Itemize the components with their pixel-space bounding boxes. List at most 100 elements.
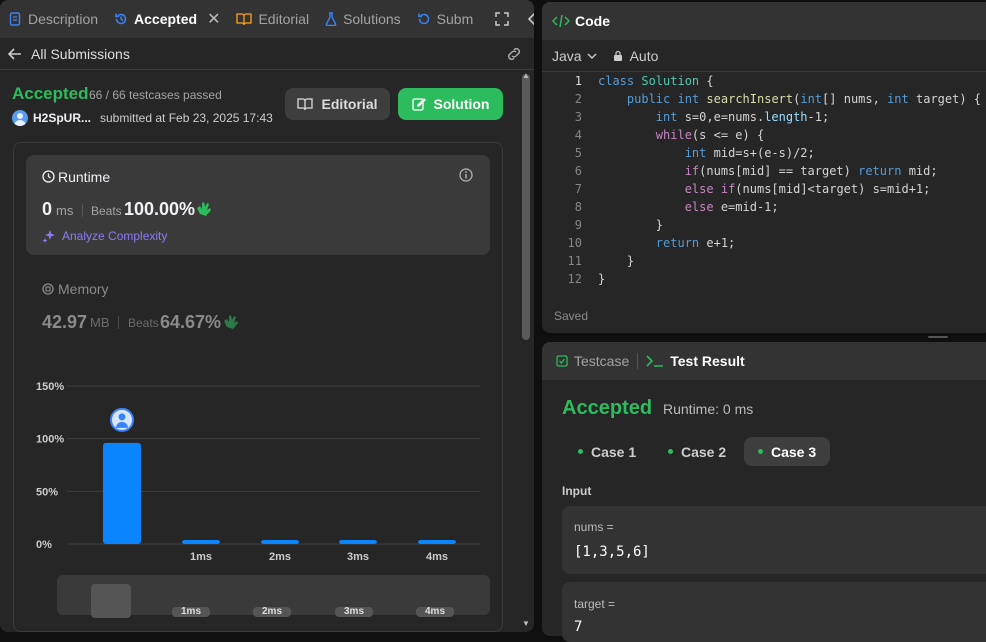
memory-beats-value: 64.67% (160, 312, 222, 332)
close-icon[interactable]: ✕ (207, 9, 220, 29)
line-content: } (598, 254, 635, 268)
scroll-up-arrow[interactable]: ▲ (522, 72, 530, 80)
result-tab-bar: Testcase Test Result (542, 342, 986, 380)
line-content: while(s <= e) { (655, 128, 765, 142)
scroll-down-arrow[interactable]: ▼ (522, 620, 530, 628)
line-content: else if(nums[mid]<target) s=mid+1; (684, 182, 931, 196)
testcases-passed: 66 / 66 testcases passed (89, 88, 222, 102)
x-tick-label: 3ms (347, 551, 369, 563)
runtime-distribution-chart[interactable]: 150% 100% 50% 0% 1ms 2ms 3ms 4ms (0, 370, 520, 570)
line-content: } (598, 272, 606, 286)
editor-toolbar: Java Auto (542, 40, 986, 72)
memory-unit: MB (90, 315, 110, 330)
line-content: int s=0,e=nums.length-1; (655, 110, 830, 124)
code-line[interactable]: 7 else if(nums[mid]<target) s=mid+1; (542, 182, 931, 200)
code-line[interactable]: 4 while(s <= e) { (542, 128, 764, 146)
history-icon (417, 12, 431, 26)
mode-label[interactable]: Auto (630, 48, 659, 64)
pass-dot (578, 449, 583, 454)
chevron-left-icon[interactable] (527, 12, 534, 26)
runtime-unit: ms (56, 203, 74, 218)
case-tab-1[interactable]: Case 1 (564, 437, 650, 466)
case-tab-3[interactable]: Case 3 (744, 437, 831, 466)
tab-testcase-label: Testcase (574, 353, 630, 369)
code-editor[interactable]: 1 class Solution {2 public int searchInse… (542, 72, 986, 292)
tab-description[interactable]: Description (0, 0, 106, 38)
tab-editorial[interactable]: Editorial (228, 0, 317, 38)
link-icon[interactable] (506, 47, 522, 61)
code-line[interactable]: 6 if(nums[mid] == target) return mid; (542, 164, 938, 182)
avatar[interactable] (12, 110, 28, 126)
code-line[interactable]: 8 else e=mid-1; (542, 200, 779, 218)
code-line[interactable]: 3 int s=0,e=nums.length-1; (542, 110, 829, 128)
chart-bar (103, 442, 141, 544)
param-name: target = (574, 597, 616, 611)
runtime-value: 0 (42, 199, 53, 219)
line-number: 6 (574, 164, 582, 178)
param-box-nums[interactable] (562, 506, 986, 574)
code-line[interactable]: 11 } (542, 254, 635, 272)
editorial-button[interactable]: Editorial (285, 88, 390, 120)
code-header: Code (542, 2, 986, 40)
mini-chart: 1ms 2ms 3ms 4ms (172, 606, 454, 617)
submission-status: Accepted (12, 84, 89, 103)
submitted-time: submitted at Feb 23, 2025 17:43 (100, 111, 273, 125)
stat-divider (82, 204, 83, 217)
lock-icon (613, 50, 623, 62)
memory-icon (42, 283, 54, 295)
line-number: 12 (567, 272, 582, 286)
tab-test-result-label: Test Result (670, 353, 745, 369)
all-submissions-link[interactable]: All Submissions (31, 46, 130, 62)
analyze-complexity-link[interactable]: Analyze Complexity (62, 229, 167, 243)
chevron-down-icon[interactable] (587, 52, 597, 60)
info-icon[interactable] (459, 168, 473, 182)
line-number: 1 (574, 74, 582, 88)
code-line[interactable]: 9 } (542, 218, 663, 236)
clap-icon (196, 200, 212, 216)
param-box-target[interactable] (562, 582, 986, 642)
code-line[interactable]: 2 public int searchInsert(int[] nums, in… (542, 92, 981, 110)
chart-bar (418, 540, 456, 544)
y-tick-label: 0% (36, 539, 52, 551)
case-tab-2[interactable]: Case 2 (654, 437, 740, 466)
tab-solutions[interactable]: Solutions (317, 0, 409, 38)
document-icon (8, 12, 22, 26)
tab-testcase[interactable]: Testcase (548, 342, 637, 380)
memory-value: 42.97 (42, 312, 88, 332)
terminal-icon (646, 355, 664, 367)
arrow-left-icon[interactable] (8, 47, 22, 60)
flask-icon (325, 12, 337, 26)
param-value: 7 (574, 619, 583, 635)
code-line[interactable]: 5 int mid=s+(e-s)/2; (542, 146, 815, 164)
x-tick-label: 4ms (426, 551, 448, 563)
solution-button[interactable]: Solution (398, 88, 503, 120)
clap-icon (223, 313, 239, 329)
code-icon (552, 14, 570, 28)
line-content: int mid=s+(e-s)/2; (684, 146, 815, 160)
line-content: else e=mid-1; (684, 200, 779, 214)
y-tick-label: 100% (36, 434, 64, 446)
memory-title: Memory (58, 281, 109, 297)
tab-accepted[interactable]: Accepted ✕ (106, 0, 228, 38)
code-line[interactable]: 1 class Solution { (542, 74, 714, 92)
scrollbar[interactable] (522, 74, 530, 340)
username[interactable]: H2SpUR... (33, 111, 91, 125)
code-title: Code (575, 13, 610, 29)
checkbox-icon (556, 355, 568, 367)
tab-submissions[interactable]: Subm (409, 0, 482, 38)
panel-resize-handle[interactable] (928, 336, 948, 338)
tab-solutions-label: Solutions (343, 11, 401, 27)
line-content: public int searchInsert(int[] nums, int … (626, 92, 982, 106)
line-content: } (598, 218, 664, 232)
left-tab-bar: Description Accepted ✕ Editorial Solutio… (0, 0, 534, 38)
fullscreen-icon[interactable] (495, 12, 509, 26)
x-tick-label: 2ms (269, 551, 291, 563)
memory-beats-label: Beats (128, 316, 159, 330)
code-line[interactable]: 10 return e+1; (542, 236, 736, 254)
y-tick-label: 150% (36, 381, 64, 393)
mini-tick-label: 1ms (181, 606, 201, 617)
language-select[interactable]: Java (552, 48, 582, 64)
tab-accepted-label: Accepted (134, 11, 198, 27)
code-line[interactable]: 12} (542, 272, 606, 290)
tab-test-result[interactable]: Test Result (638, 342, 752, 380)
